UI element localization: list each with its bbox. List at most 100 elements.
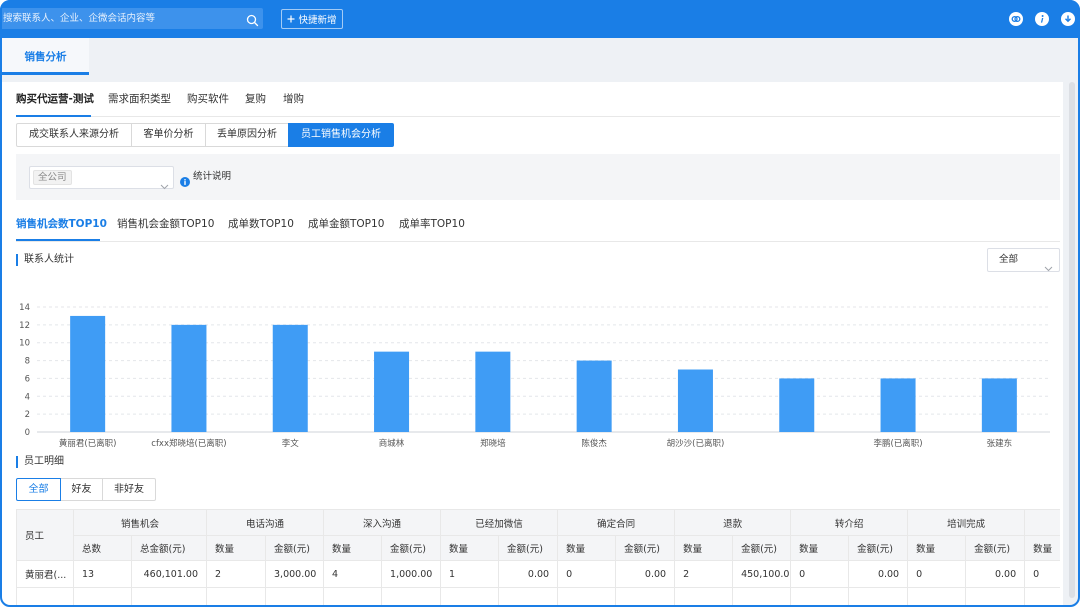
rank-tab-active-indicator: [16, 239, 100, 241]
group-header-referral: 转介绍: [790, 509, 909, 536]
col-header: 金额(元): [265, 535, 325, 561]
bar[interactable]: [70, 315, 106, 432]
cell: 3,000.00: [265, 560, 325, 588]
tab-deal-count-top10[interactable]: 成单数TOP10: [228, 215, 294, 233]
x-tick-label: cfxx郑晓培(已离职): [151, 438, 226, 449]
col-header: 数量: [557, 535, 617, 561]
cell: 0: [1024, 560, 1060, 588]
bar[interactable]: [475, 351, 511, 432]
cell: 4: [323, 560, 383, 588]
x-tick-label: 李文: [282, 438, 300, 449]
global-search[interactable]: [0, 8, 263, 29]
segment-lost-order-reason[interactable]: 丢单原因分析: [205, 123, 289, 147]
company-select[interactable]: 全公司: [29, 166, 174, 190]
employee-detail-table[interactable]: 员工 销售机会 电话沟通 深入沟通 已经加微信 确定合同 退款 转介绍 培训完成…: [16, 509, 1060, 607]
cell: 13: [73, 560, 132, 588]
link-icon[interactable]: [1009, 12, 1023, 26]
cell: 0: [790, 560, 850, 588]
section-title-contact-stats: 联系人统计: [24, 254, 74, 265]
cell: 1,000.00: [381, 560, 442, 588]
bar[interactable]: [272, 324, 308, 432]
cell: 0.00: [615, 560, 676, 588]
x-tick-label: 陈俊杰: [581, 438, 607, 449]
table-row[interactable]: 黄丽君(... 13 460,101.00 2 3,000.00 4 1,000…: [16, 560, 1060, 588]
x-tick-label: 郑晓培: [480, 438, 506, 449]
stat-help-link[interactable]: 统计说明: [193, 170, 231, 184]
subtab-divider: [16, 116, 1060, 117]
filter-all-button[interactable]: 全部: [16, 478, 61, 501]
col-header-employee: 员工: [16, 509, 74, 561]
bar[interactable]: [576, 360, 612, 432]
cell: 0: [907, 560, 967, 588]
app-window: 快捷新增 销售分析 购买代运营-测试 需求面积类型 购买软件 复购 增购 成交联…: [0, 0, 1080, 607]
cell: 1: [440, 560, 500, 588]
bar[interactable]: [981, 378, 1017, 432]
search-input[interactable]: [3, 8, 239, 29]
vertical-scrollbar[interactable]: [1069, 82, 1075, 598]
section-accent-bar: [16, 254, 18, 266]
cell: 460,101.00: [130, 560, 208, 588]
filter-non-friends-button[interactable]: 非好友: [102, 478, 156, 501]
col-header: 总金额(元): [130, 535, 208, 561]
group-header-phone: 电话沟通: [206, 509, 325, 536]
range-select-value: 全部: [999, 254, 1019, 265]
subtab-outsourced-ops-test[interactable]: 购买代运营-测试: [16, 90, 94, 108]
group-header-partial: [1024, 509, 1060, 536]
col-header: 金额(元): [615, 535, 676, 561]
range-select[interactable]: 全部: [987, 248, 1060, 272]
cell: 0.00: [965, 560, 1026, 588]
tab-opportunity-amount-top10[interactable]: 销售机会金额TOP10: [117, 215, 214, 233]
table-row-partial: [16, 587, 1060, 607]
tab-deal-rate-top10[interactable]: 成单率TOP10: [399, 215, 465, 233]
plus-icon: [287, 15, 295, 23]
subtab-repurchase[interactable]: 复购: [245, 90, 266, 108]
col-header: 金额(元): [498, 535, 559, 561]
x-tick-label: 胡沙沙(已离职): [667, 438, 725, 449]
tab-sales-analysis[interactable]: 销售分析: [2, 38, 89, 75]
tab-deal-amount-top10[interactable]: 成单金额TOP10: [308, 215, 384, 233]
segment-avg-order-value[interactable]: 客单价分析: [131, 123, 206, 147]
subtab-demand-area-type[interactable]: 需求面积类型: [108, 90, 171, 108]
cell: 2: [674, 560, 734, 588]
y-tick-label: 6: [25, 374, 30, 384]
x-tick-label: 商城林: [379, 438, 405, 449]
quick-add-label: 快捷新增: [298, 15, 337, 26]
y-tick-label: 2: [25, 410, 30, 420]
bar[interactable]: [880, 378, 916, 432]
search-icon[interactable]: [246, 12, 259, 27]
col-header: 金额(元): [381, 535, 442, 561]
cell-employee[interactable]: 黄丽君(...: [16, 560, 74, 588]
chevron-down-icon: [1044, 257, 1053, 276]
top-bar: 快捷新增: [0, 0, 1080, 38]
y-tick-label: 4: [25, 392, 30, 402]
x-tick-label: 黄丽君(已离职): [59, 438, 117, 449]
col-header: 金额(元): [965, 535, 1026, 561]
col-header: 数量: [907, 535, 967, 561]
segment-deal-contact-source[interactable]: 成交联系人来源分析: [16, 123, 132, 147]
info-icon[interactable]: [1035, 12, 1049, 26]
detail-table: 员工 销售机会 电话沟通 深入沟通 已经加微信 确定合同 退款 转介绍 培训完成…: [16, 509, 1060, 607]
contact-stats-bar-chart: 0 2 4 6 8 10 12 14 黄丽君(已离职) cfxx郑晓培(已离职) 李文 商城林 郑晓培 陈…: [19, 303, 1050, 449]
y-tick-label: 14: [19, 303, 30, 313]
segment-employee-opportunity[interactable]: 员工销售机会分析: [288, 123, 394, 147]
col-header: 数量: [323, 535, 383, 561]
bar[interactable]: [779, 378, 815, 432]
tab-opportunity-count-top10[interactable]: 销售机会数TOP10: [16, 215, 107, 233]
x-tick-label: 李鹏(已离职): [873, 438, 922, 449]
cell: 0.00: [498, 560, 559, 588]
group-header-refund: 退款: [674, 509, 792, 536]
y-tick-label: 0: [25, 428, 30, 438]
info-circle-icon[interactable]: [180, 172, 190, 187]
bar[interactable]: [374, 351, 410, 432]
subtab-buy-software[interactable]: 购买软件: [187, 90, 229, 108]
quick-add-button[interactable]: 快捷新增: [281, 9, 343, 29]
filter-friends-button[interactable]: 好友: [60, 478, 103, 501]
table-subheader-row: 总数 总金额(元) 数量 金额(元) 数量 金额(元) 数量 金额(元) 数量 …: [17, 535, 1060, 561]
bar[interactable]: [677, 369, 713, 433]
download-icon[interactable]: [1061, 12, 1075, 26]
bar[interactable]: [171, 324, 207, 432]
company-tag[interactable]: 全公司: [33, 170, 72, 185]
col-header: 数量: [674, 535, 734, 561]
subtab-upsell[interactable]: 增购: [283, 90, 304, 108]
x-tick-label: 张建东: [987, 438, 1013, 449]
